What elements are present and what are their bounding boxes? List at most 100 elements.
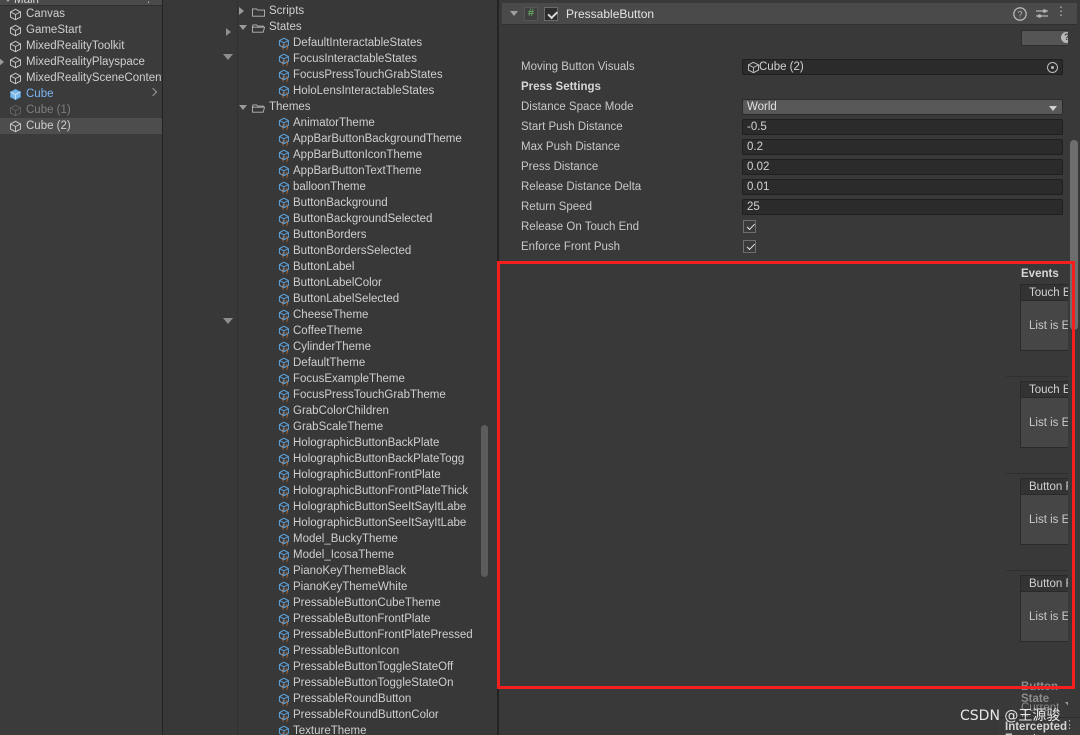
property-label: Moving Button Visuals	[521, 61, 635, 73]
target-picker-icon[interactable]	[1047, 62, 1058, 73]
scriptable-object-icon: {}	[277, 565, 290, 579]
input-max-push-distance[interactable]: 0.2	[742, 139, 1063, 155]
svg-text:{}: {}	[281, 428, 289, 434]
project-asset-hololensinteractablestates[interactable]: {} HoloLensInteractableStates	[239, 83, 484, 99]
cube-icon	[9, 24, 22, 37]
project-asset-pressableroundbuttoncolor[interactable]: {} PressableRoundButtonColor	[239, 707, 484, 723]
project-asset-pressablebuttonfrontplate[interactable]: {} PressableButtonFrontPlate	[239, 611, 484, 627]
hierarchy-item-label: MixedRealityToolkit	[26, 40, 125, 52]
project-asset-balloontheme[interactable]: {} balloonTheme	[239, 179, 484, 195]
object-reference-field-moving-button-visuals[interactable]: Cube (2)	[742, 59, 1063, 75]
project-asset-pressablebuttontogglestateoff[interactable]: {} PressableButtonToggleStateOff	[239, 659, 484, 675]
hierarchy-item-canvas[interactable]: Canvas	[0, 6, 162, 22]
project-asset-appbarbuttonicontheme[interactable]: {} AppBarButtonIconTheme	[239, 147, 484, 163]
hierarchy-item-cube-1[interactable]: Cube (1)	[0, 102, 162, 118]
preset-selector-icon[interactable]	[1035, 7, 1049, 24]
chevron-down-icon[interactable]	[239, 25, 247, 30]
hierarchy-item-mixedrealitytoolkit[interactable]: MixedRealityToolkit	[0, 38, 162, 54]
project-asset-buttonlabel[interactable]: {} ButtonLabel	[239, 259, 484, 275]
project-asset-focuspresstouchgrabtheme[interactable]: {} FocusPressTouchGrabTheme	[239, 387, 484, 403]
project-asset-holographicbuttonseeitsayitlabe[interactable]: {} HolographicButtonSeeItSayItLabe	[239, 515, 484, 531]
project-asset-holographicbuttonbackplatetogg[interactable]: {} HolographicButtonBackPlateTogg	[239, 451, 484, 467]
project-asset-appbarbuttontexttheme[interactable]: {} AppBarButtonTextTheme	[239, 163, 484, 179]
project-asset-model-icosatheme[interactable]: {} Model_IcosaTheme	[239, 547, 484, 563]
svg-text:{}: {}	[281, 492, 289, 498]
project-asset-grabcolorchildren[interactable]: {} GrabColorChildren	[239, 403, 484, 419]
chevron-right-icon[interactable]	[148, 87, 158, 97]
svg-text:{}: {}	[281, 412, 289, 418]
project-asset-buttonbackgroundselected[interactable]: {} ButtonBackgroundSelected	[239, 211, 484, 227]
input-start-push-distance[interactable]: -0.5	[742, 119, 1063, 135]
project-asset-focusexampletheme[interactable]: {} FocusExampleTheme	[239, 371, 484, 387]
project-asset-holographicbuttonbackplate[interactable]: {} HolographicButtonBackPlate	[239, 435, 484, 451]
checkbox-enforce-front-push[interactable]	[743, 240, 756, 253]
hierarchy-panel: Main ⋮ CanvasGameStartMixedRealityToolki…	[0, 0, 162, 735]
project-asset-pianokeythemeblack[interactable]: {} PianoKeyThemeBlack	[239, 563, 484, 579]
project-folder-scripts[interactable]: Scripts	[239, 3, 484, 19]
component-enabled-checkbox[interactable]	[544, 7, 558, 21]
component-header[interactable]: # PressableButton ? ⋮	[502, 3, 1077, 25]
project-asset-holographicbuttonseeitsayitlabe[interactable]: {} HolographicButtonSeeItSayItLabe	[239, 499, 484, 515]
hierarchy-item-mixedrealityscenecontent[interactable]: MixedRealitySceneContent	[0, 70, 162, 86]
project-asset-texturetheme[interactable]: {}TextureTheme	[239, 723, 484, 735]
svg-text:{}: {}	[281, 252, 289, 258]
kebab-menu-icon[interactable]: ⋮	[1064, 720, 1075, 731]
project-asset-focusinteractablestates[interactable]: {} FocusInteractableStates	[239, 51, 484, 67]
project-asset-focuspresstouchgrabstates[interactable]: {} FocusPressTouchGrabStates	[239, 67, 484, 83]
checkbox-release-on-touch-end[interactable]	[743, 220, 756, 233]
project-asset-appbarbuttonbackgroundtheme[interactable]: {} AppBarButtonBackgroundTheme	[239, 131, 484, 147]
project-asset-pressablebuttonfrontplatepressed[interactable]: {} PressableButtonFrontPlatePressed	[239, 627, 484, 643]
dropdown-distance-space-mode[interactable]: World	[742, 99, 1063, 115]
chevron-down-icon[interactable]	[510, 11, 518, 16]
inspector-scroll-track[interactable]	[1068, 27, 1080, 717]
cube-icon	[9, 56, 22, 69]
chevron-right-icon[interactable]	[0, 58, 4, 66]
input-press-distance[interactable]: 0.02	[742, 159, 1063, 175]
input-return-speed[interactable]: 25	[742, 199, 1063, 215]
project-item-label: AppBarButtonTextTheme	[293, 165, 422, 177]
scriptable-object-icon: {}	[277, 117, 290, 131]
project-asset-defaultinteractablestates[interactable]: {} DefaultInteractableStates	[239, 35, 484, 51]
chevron-down-icon-2[interactable]	[223, 318, 233, 324]
input-release-distance-delta[interactable]: 0.01	[742, 179, 1063, 195]
property-value: 0.01	[747, 181, 770, 193]
scriptable-object-icon: {}	[277, 693, 290, 707]
chevron-right-icon[interactable]	[239, 7, 244, 15]
project-asset-animatortheme[interactable]: {} AnimatorTheme	[239, 115, 484, 131]
project-asset-pianokeythemewhite[interactable]: {} PianoKeyThemeWhite	[239, 579, 484, 595]
hierarchy-item-gamestart[interactable]: GameStart	[0, 22, 162, 38]
project-asset-buttonborders[interactable]: {} ButtonBorders	[239, 227, 484, 243]
project-asset-pressablebuttonicon[interactable]: {} PressableButtonIcon	[239, 643, 484, 659]
project-asset-model-buckytheme[interactable]: {} Model_BuckyTheme	[239, 531, 484, 547]
project-asset-cylindertheme[interactable]: {} CylinderTheme	[239, 339, 484, 355]
project-asset-buttonlabelselected[interactable]: {} ButtonLabelSelected	[239, 291, 484, 307]
project-asset-buttonbordersselected[interactable]: {} ButtonBordersSelected	[239, 243, 484, 259]
hierarchy-item-mixedrealityplayspace[interactable]: MixedRealityPlayspace	[0, 54, 162, 70]
project-asset-buttonbackground[interactable]: {} ButtonBackground	[239, 195, 484, 211]
project-folder-themes[interactable]: Themes	[239, 99, 484, 115]
inspector-scrollbar-thumb[interactable]	[1070, 140, 1078, 330]
project-asset-defaulttheme[interactable]: {} DefaultTheme	[239, 355, 484, 371]
project-asset-buttonlabelcolor[interactable]: {} ButtonLabelColor	[239, 275, 484, 291]
chevron-down-icon	[1049, 106, 1057, 111]
chevron-down-icon[interactable]	[223, 54, 233, 60]
project-asset-pressablebuttontogglestateon[interactable]: {} PressableButtonToggleStateOn	[239, 675, 484, 691]
project-asset-pressablebuttoncubetheme[interactable]: {} PressableButtonCubeTheme	[239, 595, 484, 611]
kebab-menu-icon[interactable]: ⋮	[143, 0, 154, 5]
property-row-press-settings: Press Settings	[499, 77, 1080, 97]
hierarchy-item-cube-2[interactable]: Cube (2)	[0, 118, 162, 134]
help-icon[interactable]: ?	[1013, 7, 1027, 24]
project-item-label: PressableButtonCubeTheme	[293, 597, 441, 609]
project-asset-cheesetheme[interactable]: {} CheeseTheme	[239, 307, 484, 323]
project-asset-holographicbuttonfrontplatethick[interactable]: {} HolographicButtonFrontPlateThick	[239, 483, 484, 499]
project-asset-holographicbuttonfrontplate[interactable]: {} HolographicButtonFrontPlate	[239, 467, 484, 483]
chevron-down-icon[interactable]	[239, 105, 247, 110]
project-asset-coffeetheme[interactable]: {} CoffeeTheme	[239, 323, 484, 339]
project-folder-states[interactable]: States	[239, 19, 484, 35]
hierarchy-item-cube[interactable]: Cube	[0, 86, 162, 102]
project-asset-pressableroundbutton[interactable]: {} PressableRoundButton	[239, 691, 484, 707]
kebab-menu-icon[interactable]: ⋮	[1055, 5, 1067, 17]
project-asset-grabscaletheme[interactable]: {} GrabScaleTheme	[239, 419, 484, 435]
property-value: Cube (2)	[759, 61, 804, 73]
chevron-right-icon[interactable]	[226, 28, 231, 36]
